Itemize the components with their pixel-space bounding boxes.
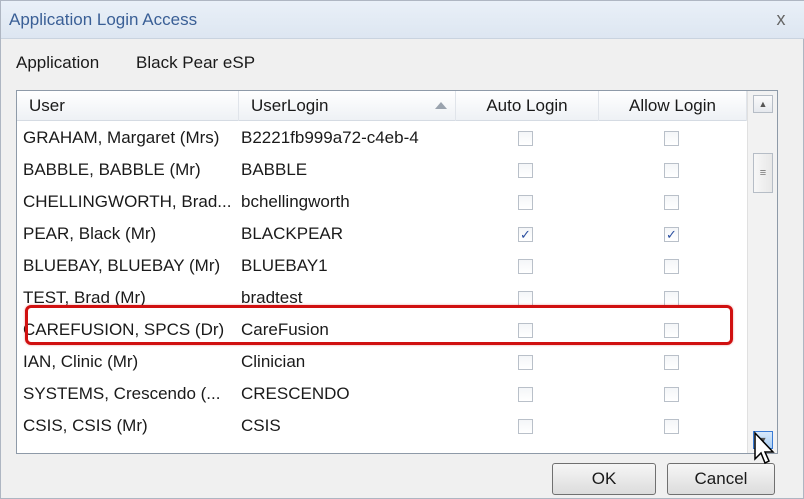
auto-login-checkbox[interactable] xyxy=(518,291,533,306)
column-header-userlogin-label: UserLogin xyxy=(251,96,329,115)
user-cell: SYSTEMS, Crescendo (... xyxy=(23,384,221,403)
application-value: Black Pear eSP xyxy=(136,53,256,72)
table-row[interactable]: SYSTEMS, Crescendo (... CRESCENDO xyxy=(17,378,747,410)
close-icon[interactable]: x xyxy=(769,7,793,31)
column-header-allow-login[interactable]: Allow Login xyxy=(599,91,747,121)
allow-login-checkbox[interactable]: ✓ xyxy=(664,227,679,242)
user-cell: BLUEBAY, BLUEBAY (Mr) xyxy=(23,256,221,275)
userlogin-cell: BLUEBAY1 xyxy=(241,256,328,275)
auto-login-checkbox[interactable] xyxy=(518,387,533,402)
auto-login-checkbox[interactable]: ✓ xyxy=(518,227,533,242)
userlogin-cell: bchellingworth xyxy=(241,192,350,211)
userlogin-cell: B2221fb999a72-c4eb-4 xyxy=(241,128,419,147)
auto-login-checkbox[interactable] xyxy=(518,163,533,178)
allow-login-checkbox[interactable] xyxy=(664,355,679,370)
mouse-pointer-icon xyxy=(754,431,775,465)
auto-login-checkbox[interactable] xyxy=(518,195,533,210)
allow-login-checkbox[interactable] xyxy=(664,387,679,402)
userlogin-cell: CSIS xyxy=(241,416,281,435)
cancel-button[interactable]: Cancel xyxy=(667,463,775,495)
column-header-user[interactable]: User xyxy=(17,91,239,121)
scroll-up-icon[interactable]: ▲ xyxy=(753,95,773,113)
allow-login-checkbox[interactable] xyxy=(664,419,679,434)
auto-login-checkbox[interactable] xyxy=(518,355,533,370)
column-header-userlogin[interactable]: UserLogin xyxy=(239,91,456,121)
table-row[interactable]: PEAR, Black (Mr) BLACKPEAR ✓ ✓ xyxy=(17,218,747,250)
table-row[interactable]: BLUEBAY, BLUEBAY (Mr) BLUEBAY1 xyxy=(17,250,747,282)
sort-ascending-icon xyxy=(435,102,447,109)
highlighted-row-outline xyxy=(25,305,733,345)
user-cell: PEAR, Black (Mr) xyxy=(23,224,157,243)
auto-login-checkbox[interactable] xyxy=(518,259,533,274)
table-row[interactable]: GRAHAM, Margaret (Mrs) B2221fb999a72-c4eb… xyxy=(17,122,747,154)
auto-login-checkbox[interactable] xyxy=(518,419,533,434)
column-header-auto-login[interactable]: Auto Login xyxy=(456,91,599,121)
user-grid: User UserLogin Auto Login Allow Login GR… xyxy=(16,90,778,454)
allow-login-checkbox[interactable] xyxy=(664,163,679,178)
userlogin-cell: CRESCENDO xyxy=(241,384,350,403)
user-cell: CSIS, CSIS (Mr) xyxy=(23,416,148,435)
table-row[interactable]: IAN, Clinic (Mr) Clinician xyxy=(17,346,747,378)
user-cell: GRAHAM, Margaret (Mrs) xyxy=(23,128,220,147)
userlogin-cell: BLACKPEAR xyxy=(241,224,344,243)
userlogin-cell: BABBLE xyxy=(241,160,308,179)
auto-login-checkbox[interactable] xyxy=(518,131,533,146)
ok-button[interactable]: OK xyxy=(552,463,656,495)
user-cell: IAN, Clinic (Mr) xyxy=(23,352,139,371)
table-row[interactable]: CHELLINGWORTH, Brad... bchellingworth xyxy=(17,186,747,218)
user-cell: BABBLE, BABBLE (Mr) xyxy=(23,160,201,179)
scroll-thumb[interactable]: ≡ xyxy=(753,153,773,193)
allow-login-checkbox[interactable] xyxy=(664,259,679,274)
userlogin-cell: Clinician xyxy=(241,352,306,371)
title-bar: Application Login Access x xyxy=(1,1,804,39)
table-row[interactable]: CSIS, CSIS (Mr) CSIS xyxy=(17,410,747,442)
allow-login-checkbox[interactable] xyxy=(664,195,679,210)
login-access-dialog: Application Login Access x Application B… xyxy=(0,0,804,499)
vertical-scrollbar[interactable]: ▲ ≡ ▼ xyxy=(747,91,777,453)
grid-header: User UserLogin Auto Login Allow Login xyxy=(17,91,747,121)
application-label: Application xyxy=(16,53,100,72)
user-cell: CHELLINGWORTH, Brad... xyxy=(23,192,232,211)
allow-login-checkbox[interactable] xyxy=(664,131,679,146)
allow-login-checkbox[interactable] xyxy=(664,291,679,306)
window-title: Application Login Access xyxy=(9,10,198,29)
table-row[interactable]: BABBLE, BABBLE (Mr) BABBLE xyxy=(17,154,747,186)
